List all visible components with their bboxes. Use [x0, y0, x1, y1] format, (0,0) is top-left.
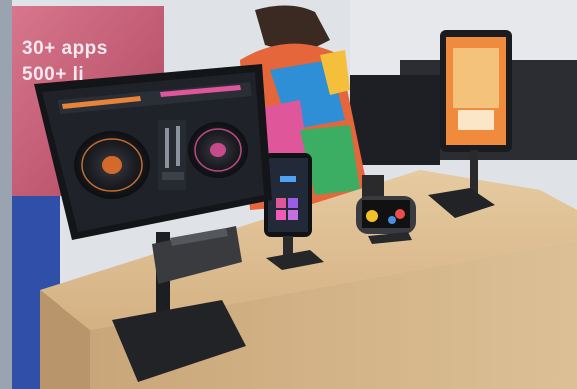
banner-line-2: 500+ li: [22, 64, 85, 85]
banner-line-1: 30+ apps: [22, 38, 108, 59]
photo-scene: 30+ apps 500+ li: [0, 0, 577, 389]
banner-text: 30+ apps 500+ li: [22, 36, 172, 88]
